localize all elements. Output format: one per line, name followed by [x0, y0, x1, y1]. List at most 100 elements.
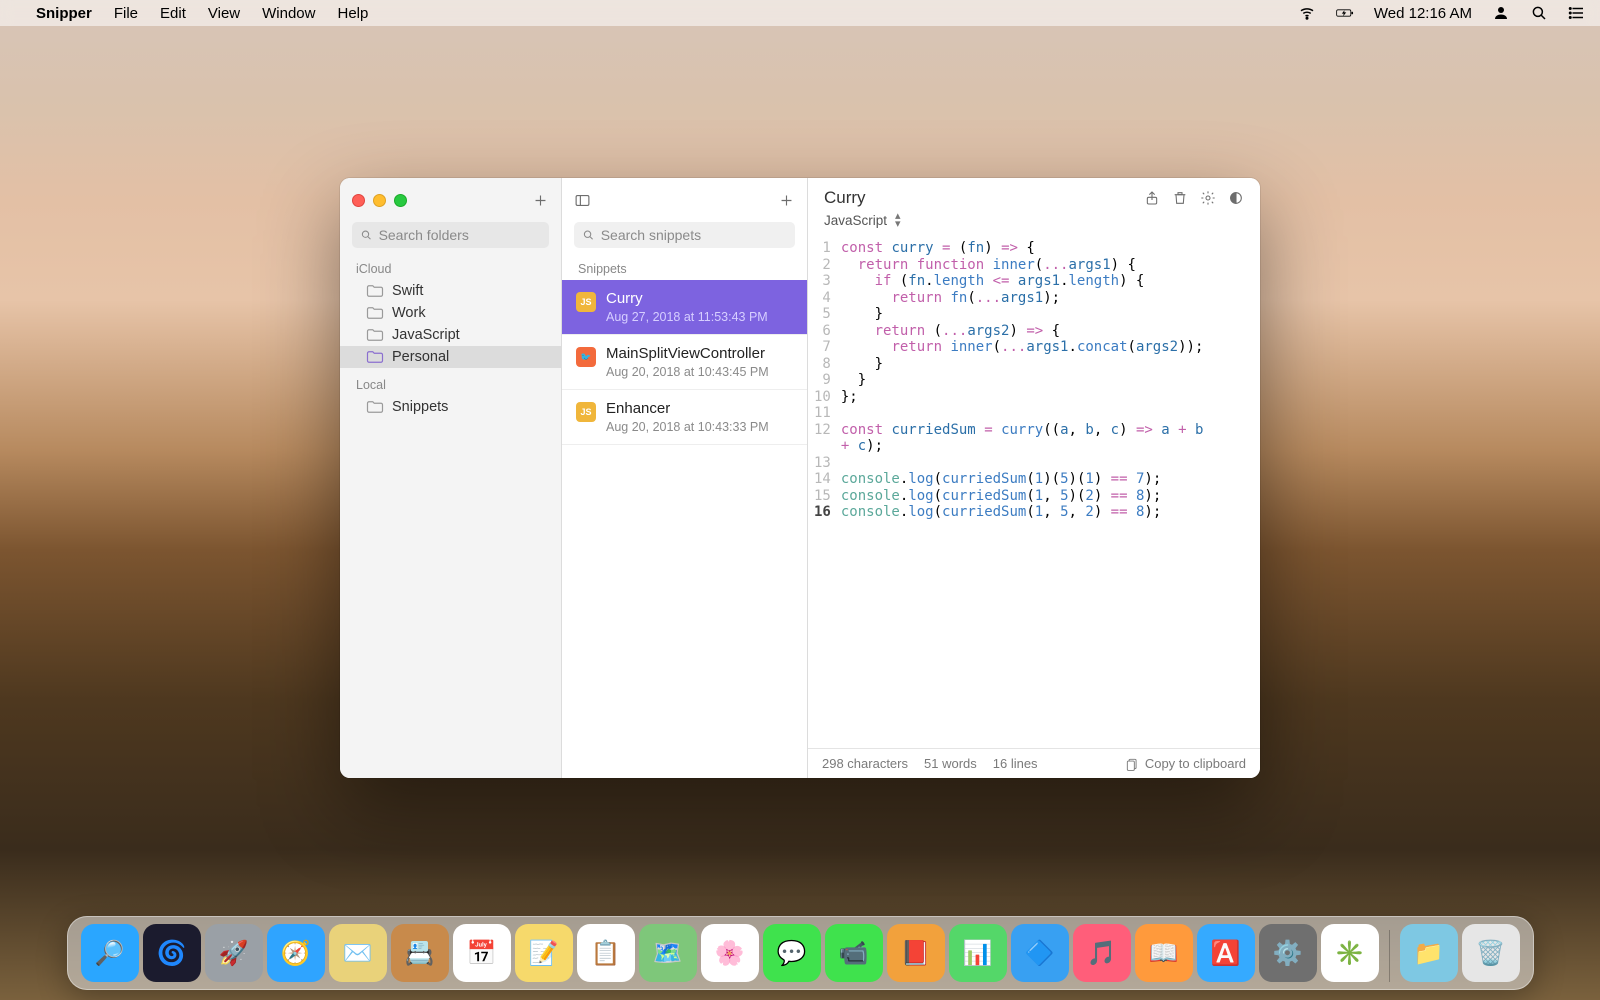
- trash-icon[interactable]: [1172, 190, 1188, 206]
- dock-app-facetime[interactable]: 📹: [825, 924, 883, 982]
- dock-app-music[interactable]: 🎵: [1073, 924, 1131, 982]
- menu-help[interactable]: Help: [337, 5, 368, 22]
- folders-pane: iCloud Swift Work JavaScript Personal Local…: [340, 178, 562, 778]
- folder-item[interactable]: Swift: [340, 280, 561, 302]
- dock-app-siri[interactable]: 🌀: [143, 924, 201, 982]
- search-icon: [360, 228, 373, 242]
- dock-app-mail[interactable]: ✉️: [329, 924, 387, 982]
- add-snippet-button[interactable]: [778, 192, 795, 209]
- status-lines: 16 lines: [993, 756, 1038, 771]
- folder-label: Personal: [392, 349, 449, 365]
- snippet-item[interactable]: JS Curry Aug 27, 2018 at 11:53:43 PM: [562, 280, 807, 335]
- dock-app-preferences[interactable]: ⚙️: [1259, 924, 1317, 982]
- dock-app-calendar[interactable]: 📅: [453, 924, 511, 982]
- wifi-icon[interactable]: [1298, 4, 1316, 22]
- gear-icon[interactable]: [1200, 190, 1216, 206]
- battery-icon[interactable]: [1336, 4, 1354, 22]
- dock-app-photos[interactable]: 🌸: [701, 924, 759, 982]
- menubar: Snipper File Edit View Window Help Wed 1…: [0, 0, 1600, 26]
- dock-app-numbers[interactable]: 📊: [949, 924, 1007, 982]
- dock-separator: [1389, 930, 1390, 982]
- folder-label: JavaScript: [392, 327, 460, 343]
- window-minimize-button[interactable]: [373, 194, 386, 207]
- share-icon[interactable]: [1144, 190, 1160, 206]
- dock-app-maps[interactable]: 🗺️: [639, 924, 697, 982]
- spotlight-icon[interactable]: [1530, 4, 1548, 22]
- user-icon[interactable]: [1492, 4, 1510, 22]
- status-words: 51 words: [924, 756, 977, 771]
- snippet-item-title: MainSplitViewController: [606, 345, 769, 362]
- folder-icon: [366, 284, 384, 298]
- language-picker[interactable]: JavaScript ▴▾: [808, 212, 1260, 236]
- folders-section-icloud: iCloud: [340, 258, 561, 280]
- menubar-clock[interactable]: Wed 12:16 AM: [1374, 5, 1472, 22]
- window-traffic-lights: [352, 194, 407, 207]
- menu-window[interactable]: Window: [262, 5, 315, 22]
- language-badge-icon: JS: [576, 402, 596, 422]
- code-content[interactable]: const curry = (fn) => { return function …: [841, 240, 1204, 748]
- menu-view[interactable]: View: [208, 5, 240, 22]
- folder-label: Work: [392, 305, 426, 321]
- dock-app-safari[interactable]: 🧭: [267, 924, 325, 982]
- dock-app-finder[interactable]: 🔎: [81, 924, 139, 982]
- menu-edit[interactable]: Edit: [160, 5, 186, 22]
- language-label: JavaScript: [824, 213, 887, 228]
- dock-app-reminders[interactable]: 📋: [577, 924, 635, 982]
- dock-app-books[interactable]: 📕: [887, 924, 945, 982]
- dock-app-notes[interactable]: 📝: [515, 924, 573, 982]
- folder-label: Swift: [392, 283, 423, 299]
- folders-search-input[interactable]: [379, 227, 541, 243]
- clipboard-icon: [1125, 757, 1139, 771]
- window-zoom-button[interactable]: [394, 194, 407, 207]
- editor-pane: Curry JavaScript ▴▾ 123456789101112 1314…: [808, 178, 1260, 778]
- folder-item[interactable]: Snippets: [340, 396, 561, 418]
- folder-icon: [366, 350, 384, 364]
- folder-label: Snippets: [392, 399, 448, 415]
- status-chars: 298 characters: [822, 756, 908, 771]
- search-icon: [582, 228, 595, 242]
- menu-list-icon[interactable]: [1568, 4, 1586, 22]
- theme-toggle-icon[interactable]: [1228, 190, 1244, 206]
- snippet-item[interactable]: JS Enhancer Aug 20, 2018 at 10:43:33 PM: [562, 390, 807, 445]
- snippet-item-date: Aug 20, 2018 at 10:43:45 PM: [606, 365, 769, 379]
- snippet-title[interactable]: Curry: [824, 188, 1144, 208]
- folder-icon: [366, 328, 384, 342]
- dock: 🔎🌀🚀🧭✉️📇📅📝📋🗺️🌸💬📹📕📊🔷🎵📖🅰️⚙️✳️ 📁🗑️: [0, 916, 1600, 990]
- folder-item[interactable]: JavaScript: [340, 324, 561, 346]
- dock-app-contacts[interactable]: 📇: [391, 924, 449, 982]
- chevron-updown-icon: ▴▾: [895, 212, 901, 228]
- snippets-pane: Snippets JS Curry Aug 27, 2018 at 11:53:…: [562, 178, 808, 778]
- toggle-sidebar-button[interactable]: [574, 192, 591, 209]
- dock-downloads[interactable]: 📁: [1400, 924, 1458, 982]
- editor-statusbar: 298 characters 51 words 16 lines Copy to…: [808, 748, 1260, 778]
- folder-item[interactable]: Personal: [340, 346, 561, 368]
- menu-file[interactable]: File: [114, 5, 138, 22]
- snippet-item-date: Aug 27, 2018 at 11:53:43 PM: [606, 310, 768, 324]
- folders-section-local: Local: [340, 374, 561, 396]
- folders-search[interactable]: [352, 222, 549, 248]
- dock-app-snipper[interactable]: ✳️: [1321, 924, 1379, 982]
- language-badge-icon: JS: [576, 292, 596, 312]
- snippet-item-date: Aug 20, 2018 at 10:43:33 PM: [606, 420, 769, 434]
- add-folder-button[interactable]: [532, 192, 549, 209]
- snippet-item-title: Enhancer: [606, 400, 769, 417]
- window-close-button[interactable]: [352, 194, 365, 207]
- language-badge-icon: 🐦: [576, 347, 596, 367]
- folder-icon: [366, 400, 384, 414]
- dock-app-ibooks[interactable]: 📖: [1135, 924, 1193, 982]
- dock-app-keynote[interactable]: 🔷: [1011, 924, 1069, 982]
- dock-trash[interactable]: 🗑️: [1462, 924, 1520, 982]
- snippet-item-title: Curry: [606, 290, 768, 307]
- menubar-app-name[interactable]: Snipper: [36, 5, 92, 22]
- snippets-search[interactable]: [574, 222, 795, 248]
- dock-app-messages[interactable]: 💬: [763, 924, 821, 982]
- dock-app-launchpad[interactable]: 🚀: [205, 924, 263, 982]
- snippet-item[interactable]: 🐦 MainSplitViewController Aug 20, 2018 a…: [562, 335, 807, 390]
- line-gutter: 123456789101112 13141516: [814, 240, 841, 748]
- snippets-search-input[interactable]: [601, 227, 787, 243]
- copy-to-clipboard-button[interactable]: Copy to clipboard: [1125, 756, 1246, 771]
- folder-item[interactable]: Work: [340, 302, 561, 324]
- code-editor[interactable]: 123456789101112 13141516 const curry = (…: [808, 236, 1260, 748]
- snippets-section-label: Snippets: [562, 258, 807, 280]
- dock-app-appstore[interactable]: 🅰️: [1197, 924, 1255, 982]
